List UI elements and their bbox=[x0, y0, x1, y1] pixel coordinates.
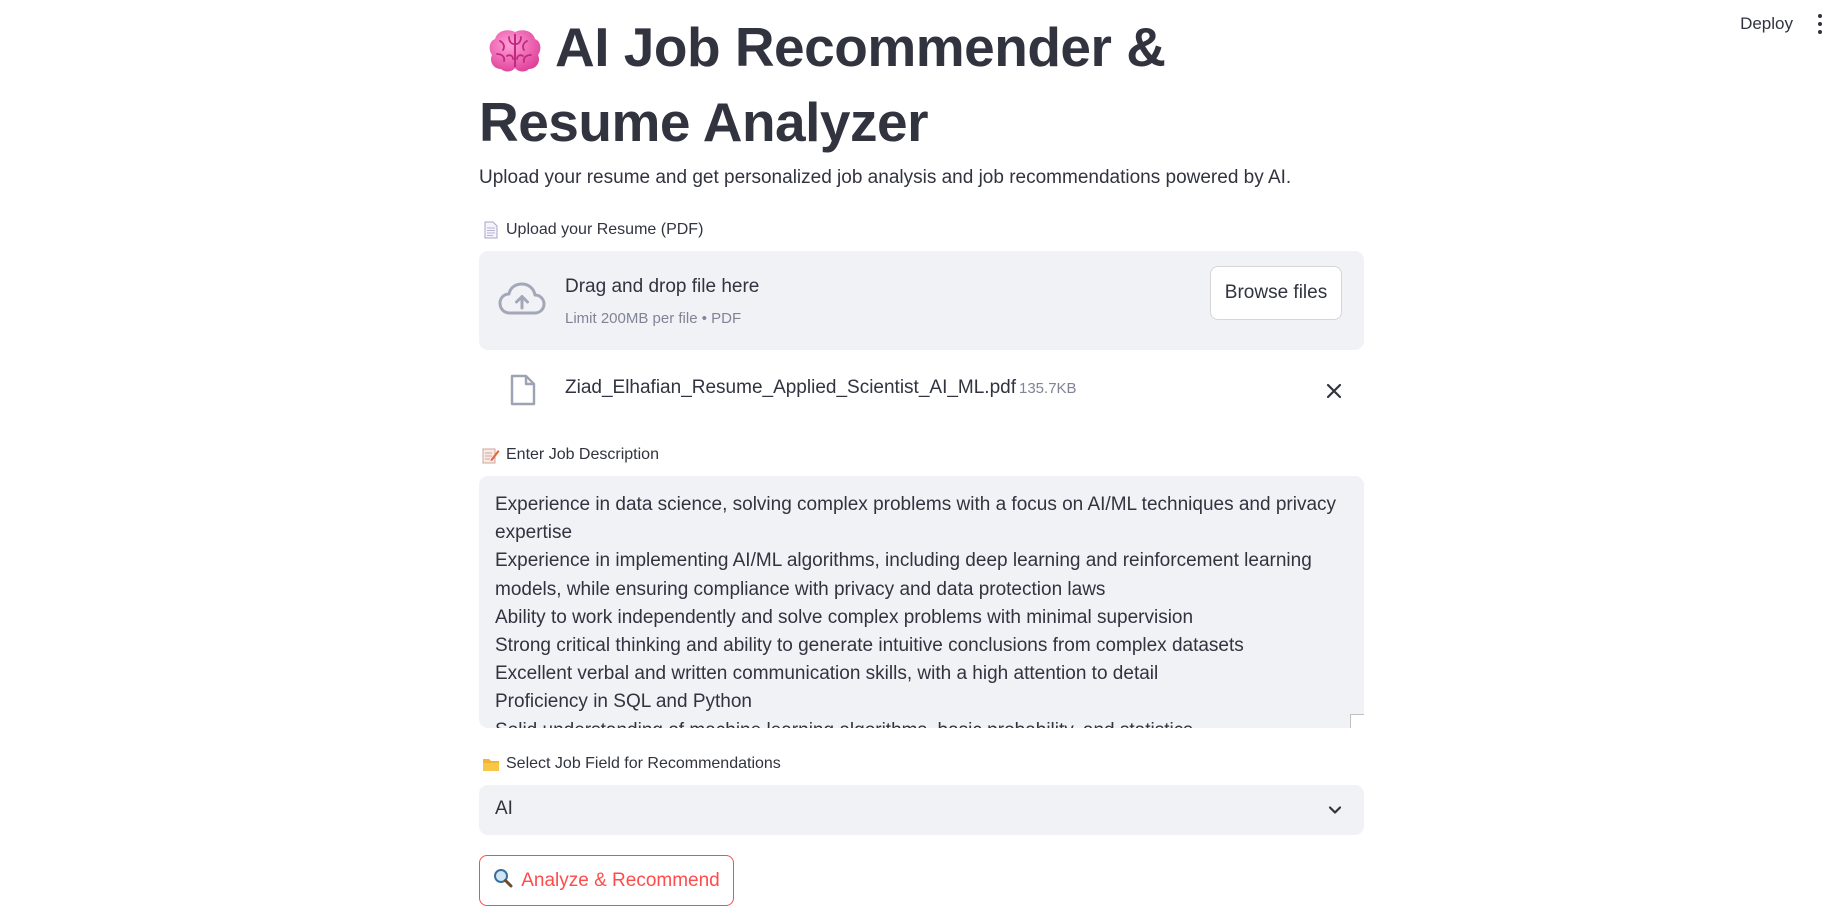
folder-icon bbox=[481, 754, 501, 774]
resize-handle[interactable] bbox=[1350, 714, 1364, 728]
upload-label: Upload your Resume (PDF) bbox=[481, 220, 703, 240]
chevron-down-icon bbox=[1327, 802, 1343, 823]
job-field-label-text: Select Job Field for Recommendations bbox=[506, 755, 781, 772]
cloud-upload-icon bbox=[498, 281, 546, 322]
analyze-recommend-label: Analyze & Recommend bbox=[521, 869, 720, 891]
page-subtitle: Upload your resume and get personalized … bbox=[479, 167, 1292, 188]
top-toolbar: Deploy bbox=[1726, 10, 1833, 38]
job-description-text: Experience in data science, solving comp… bbox=[495, 494, 1337, 728]
browse-files-button[interactable]: Browse files bbox=[1210, 266, 1342, 320]
uploaded-file-name: Ziad_Elhafian_Resume_Applied_Scientist_A… bbox=[565, 377, 1016, 398]
job-field-selected-value: AI bbox=[495, 798, 513, 819]
analyze-recommend-button[interactable]: Analyze & Recommend bbox=[479, 855, 734, 906]
job-description-textarea[interactable]: Experience in data science, solving comp… bbox=[479, 476, 1364, 728]
magnifier-icon bbox=[493, 868, 513, 894]
dropzone-limit: Limit 200MB per file • PDF bbox=[565, 310, 742, 327]
remove-file-close-icon[interactable] bbox=[1321, 378, 1347, 404]
upload-label-text: Upload your Resume (PDF) bbox=[506, 221, 704, 238]
file-dropzone[interactable]: Drag and drop file here Limit 200MB per … bbox=[479, 251, 1364, 350]
job-description-label: Enter Job Description bbox=[481, 445, 659, 465]
job-field-label: Select Job Field for Recommendations bbox=[481, 754, 781, 774]
kebab-menu-icon[interactable] bbox=[1807, 10, 1833, 38]
job-description-label-text: Enter Job Description bbox=[506, 446, 659, 463]
memo-icon bbox=[481, 445, 501, 465]
file-icon bbox=[509, 374, 537, 411]
page-title-text: AI Job Recommender & Resume Analyzer bbox=[479, 16, 1166, 153]
uploaded-file-size: 135.7KB bbox=[1019, 380, 1077, 397]
page-title: AI Job Recommender & Resume Analyzer bbox=[479, 14, 1364, 156]
brain-icon bbox=[487, 22, 543, 89]
dropzone-title: Drag and drop file here bbox=[565, 276, 760, 297]
job-field-select[interactable]: AI bbox=[479, 785, 1364, 835]
uploaded-file-row: Ziad_Elhafian_Resume_Applied_Scientist_A… bbox=[479, 370, 1364, 412]
deploy-button[interactable]: Deploy bbox=[1726, 14, 1807, 34]
page-facing-up-icon bbox=[481, 220, 501, 240]
